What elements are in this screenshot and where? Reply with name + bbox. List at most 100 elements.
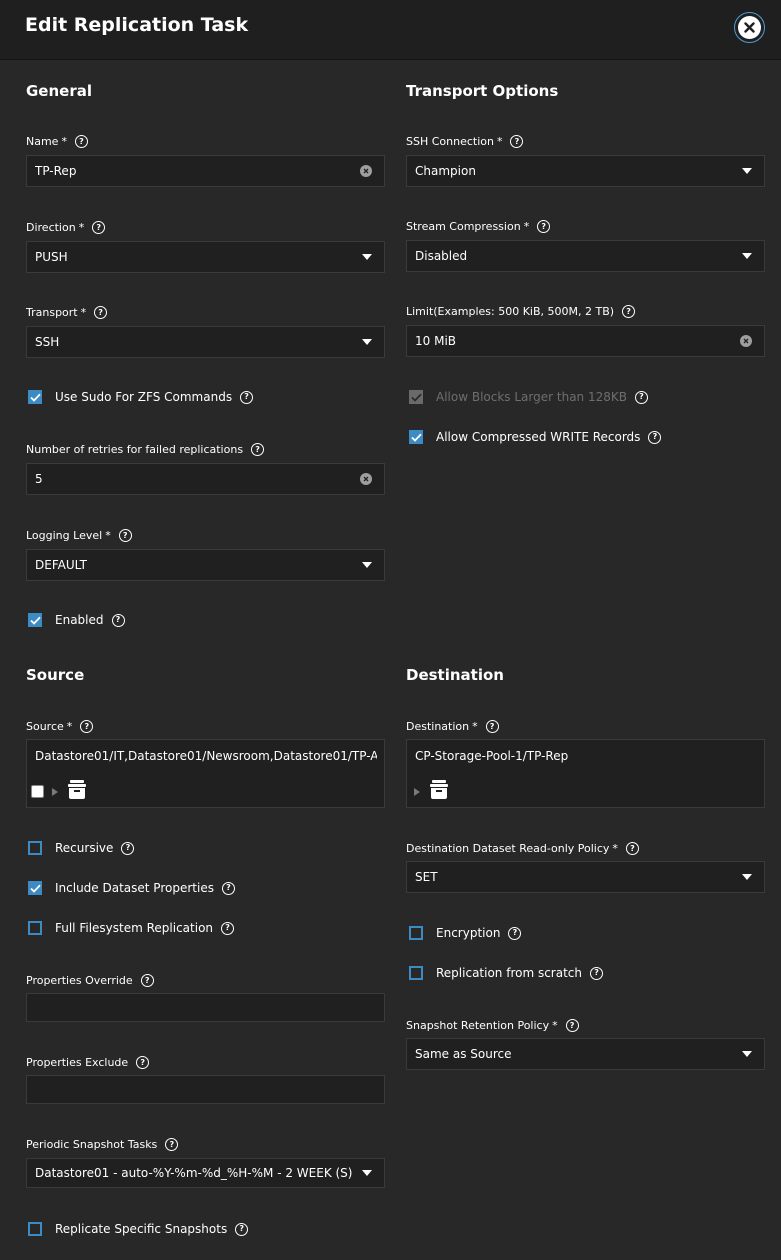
source-tree[interactable]: Datastore01/IT,Datastore01/Newsroom,Data… bbox=[26, 739, 385, 808]
help-icon[interactable]: ? bbox=[140, 974, 154, 987]
name-input[interactable]: TP-Rep bbox=[26, 155, 385, 187]
full-fs-label: Full Filesystem Replication bbox=[55, 921, 214, 935]
recursive-checkbox[interactable] bbox=[28, 841, 42, 855]
from-scratch-checkbox-row[interactable]: Replication from scratch ? bbox=[409, 966, 604, 980]
clear-icon[interactable] bbox=[360, 473, 372, 485]
help-icon[interactable]: ? bbox=[136, 1056, 150, 1069]
clear-icon[interactable] bbox=[360, 165, 372, 177]
recursive-label: Recursive bbox=[55, 841, 114, 855]
destination-label: Destination * ? bbox=[406, 720, 499, 733]
source-value[interactable]: Datastore01/IT,Datastore01/Newsroom,Data… bbox=[35, 749, 377, 763]
help-icon[interactable]: ? bbox=[634, 390, 648, 404]
props-exclude-input[interactable] bbox=[26, 1075, 385, 1104]
logging-label: Logging Level * ? bbox=[26, 529, 132, 542]
retries-label: Number of retries for failed replication… bbox=[26, 443, 265, 456]
help-icon[interactable]: ? bbox=[625, 842, 639, 855]
help-icon[interactable]: ? bbox=[80, 720, 94, 733]
enabled-checkbox-row[interactable]: Enabled ? bbox=[28, 613, 125, 627]
section-title-transport-options: Transport Options bbox=[406, 82, 559, 100]
chevron-down-icon bbox=[362, 1170, 372, 1176]
destination-tree[interactable]: CP-Storage-Pool-1/TP-Rep bbox=[406, 739, 765, 808]
help-icon[interactable]: ? bbox=[221, 881, 235, 895]
help-icon[interactable]: ? bbox=[221, 921, 235, 935]
enabled-checkbox[interactable] bbox=[28, 613, 42, 627]
dialog-header: Edit Replication Task bbox=[0, 0, 781, 60]
help-icon[interactable]: ? bbox=[121, 841, 135, 855]
recursive-checkbox-row[interactable]: Recursive ? bbox=[28, 841, 135, 855]
props-exclude-label: Properties Exclude ? bbox=[26, 1056, 150, 1069]
clear-icon[interactable] bbox=[740, 335, 752, 347]
help-icon[interactable]: ? bbox=[510, 135, 524, 148]
allow-blocks-label: Allow Blocks Larger than 128KB bbox=[436, 390, 627, 404]
help-icon[interactable]: ? bbox=[165, 1138, 179, 1151]
ssh-connection-label: SSH Connection * ? bbox=[406, 135, 524, 148]
periodic-tasks-select[interactable]: Datastore01 - auto-%Y-%m-%d_%H-%M - 2 WE… bbox=[26, 1158, 385, 1188]
help-icon[interactable]: ? bbox=[648, 430, 662, 444]
logging-select[interactable]: DEFAULT bbox=[26, 549, 385, 581]
help-icon[interactable]: ? bbox=[251, 443, 265, 456]
help-icon[interactable]: ? bbox=[74, 135, 88, 148]
expand-arrow-icon[interactable] bbox=[52, 787, 58, 796]
help-icon[interactable]: ? bbox=[92, 221, 106, 234]
tree-node-checkbox[interactable] bbox=[31, 785, 44, 798]
stream-compression-select[interactable]: Disabled bbox=[406, 240, 765, 272]
chevron-down-icon bbox=[362, 254, 372, 260]
chevron-down-icon bbox=[362, 339, 372, 345]
full-fs-checkbox[interactable] bbox=[28, 921, 42, 935]
periodic-tasks-label: Periodic Snapshot Tasks ? bbox=[26, 1138, 179, 1151]
allow-blocks-checkbox-row: Allow Blocks Larger than 128KB ? bbox=[409, 390, 648, 404]
help-icon[interactable]: ? bbox=[622, 305, 636, 318]
stream-compression-label: Stream Compression * ? bbox=[406, 220, 551, 233]
allow-compressed-checkbox[interactable] bbox=[409, 430, 423, 444]
use-sudo-label: Use Sudo For ZFS Commands bbox=[55, 390, 233, 404]
props-override-input[interactable] bbox=[26, 993, 385, 1022]
replicate-specific-checkbox-row[interactable]: Replicate Specific Snapshots ? bbox=[28, 1222, 249, 1236]
retention-policy-label: Snapshot Retention Policy * ? bbox=[406, 1019, 579, 1032]
direction-select[interactable]: PUSH bbox=[26, 241, 385, 273]
chevron-down-icon bbox=[742, 253, 752, 259]
transport-select[interactable]: SSH bbox=[26, 326, 385, 358]
limit-input[interactable]: 10 MiB bbox=[406, 325, 765, 357]
help-icon[interactable]: ? bbox=[118, 529, 132, 542]
include-props-label: Include Dataset Properties bbox=[55, 881, 214, 895]
allow-compressed-checkbox-row[interactable]: Allow Compressed WRITE Records ? bbox=[409, 430, 662, 444]
replicate-specific-checkbox[interactable] bbox=[28, 1222, 42, 1236]
chevron-down-icon bbox=[362, 562, 372, 568]
help-icon[interactable]: ? bbox=[590, 966, 604, 980]
help-icon[interactable]: ? bbox=[537, 220, 551, 233]
allow-compressed-label: Allow Compressed WRITE Records bbox=[436, 430, 641, 444]
help-icon[interactable]: ? bbox=[485, 720, 499, 733]
encryption-label: Encryption bbox=[436, 926, 501, 940]
allow-blocks-checkbox bbox=[409, 390, 423, 404]
from-scratch-label: Replication from scratch bbox=[436, 966, 583, 980]
close-icon bbox=[738, 16, 761, 39]
close-button[interactable] bbox=[734, 12, 765, 43]
help-icon[interactable]: ? bbox=[508, 926, 522, 940]
props-override-label: Properties Override ? bbox=[26, 974, 154, 987]
destination-tree-node[interactable] bbox=[411, 780, 448, 803]
name-label: Name * ? bbox=[26, 135, 88, 148]
dataset-icon bbox=[68, 780, 86, 803]
source-tree-node[interactable] bbox=[31, 780, 86, 803]
from-scratch-checkbox[interactable] bbox=[409, 966, 423, 980]
help-icon[interactable]: ? bbox=[240, 390, 254, 404]
include-props-checkbox[interactable] bbox=[28, 881, 42, 895]
full-fs-checkbox-row[interactable]: Full Filesystem Replication ? bbox=[28, 921, 235, 935]
encryption-checkbox[interactable] bbox=[409, 926, 423, 940]
section-title-general: General bbox=[26, 82, 92, 100]
use-sudo-checkbox-row[interactable]: Use Sudo For ZFS Commands ? bbox=[28, 390, 254, 404]
encryption-checkbox-row[interactable]: Encryption ? bbox=[409, 926, 522, 940]
help-icon[interactable]: ? bbox=[235, 1222, 249, 1236]
destination-value[interactable]: CP-Storage-Pool-1/TP-Rep bbox=[415, 749, 757, 763]
ssh-connection-select[interactable]: Champion bbox=[406, 155, 765, 187]
readonly-policy-select[interactable]: SET bbox=[406, 861, 765, 893]
use-sudo-checkbox[interactable] bbox=[28, 390, 42, 404]
help-icon[interactable]: ? bbox=[94, 306, 108, 319]
retries-input[interactable]: 5 bbox=[26, 463, 385, 495]
help-icon[interactable]: ? bbox=[565, 1019, 579, 1032]
retention-policy-select[interactable]: Same as Source bbox=[406, 1038, 765, 1070]
help-icon[interactable]: ? bbox=[111, 613, 125, 627]
expand-arrow-icon[interactable] bbox=[414, 787, 420, 796]
section-title-destination: Destination bbox=[406, 666, 504, 684]
include-props-checkbox-row[interactable]: Include Dataset Properties ? bbox=[28, 881, 235, 895]
